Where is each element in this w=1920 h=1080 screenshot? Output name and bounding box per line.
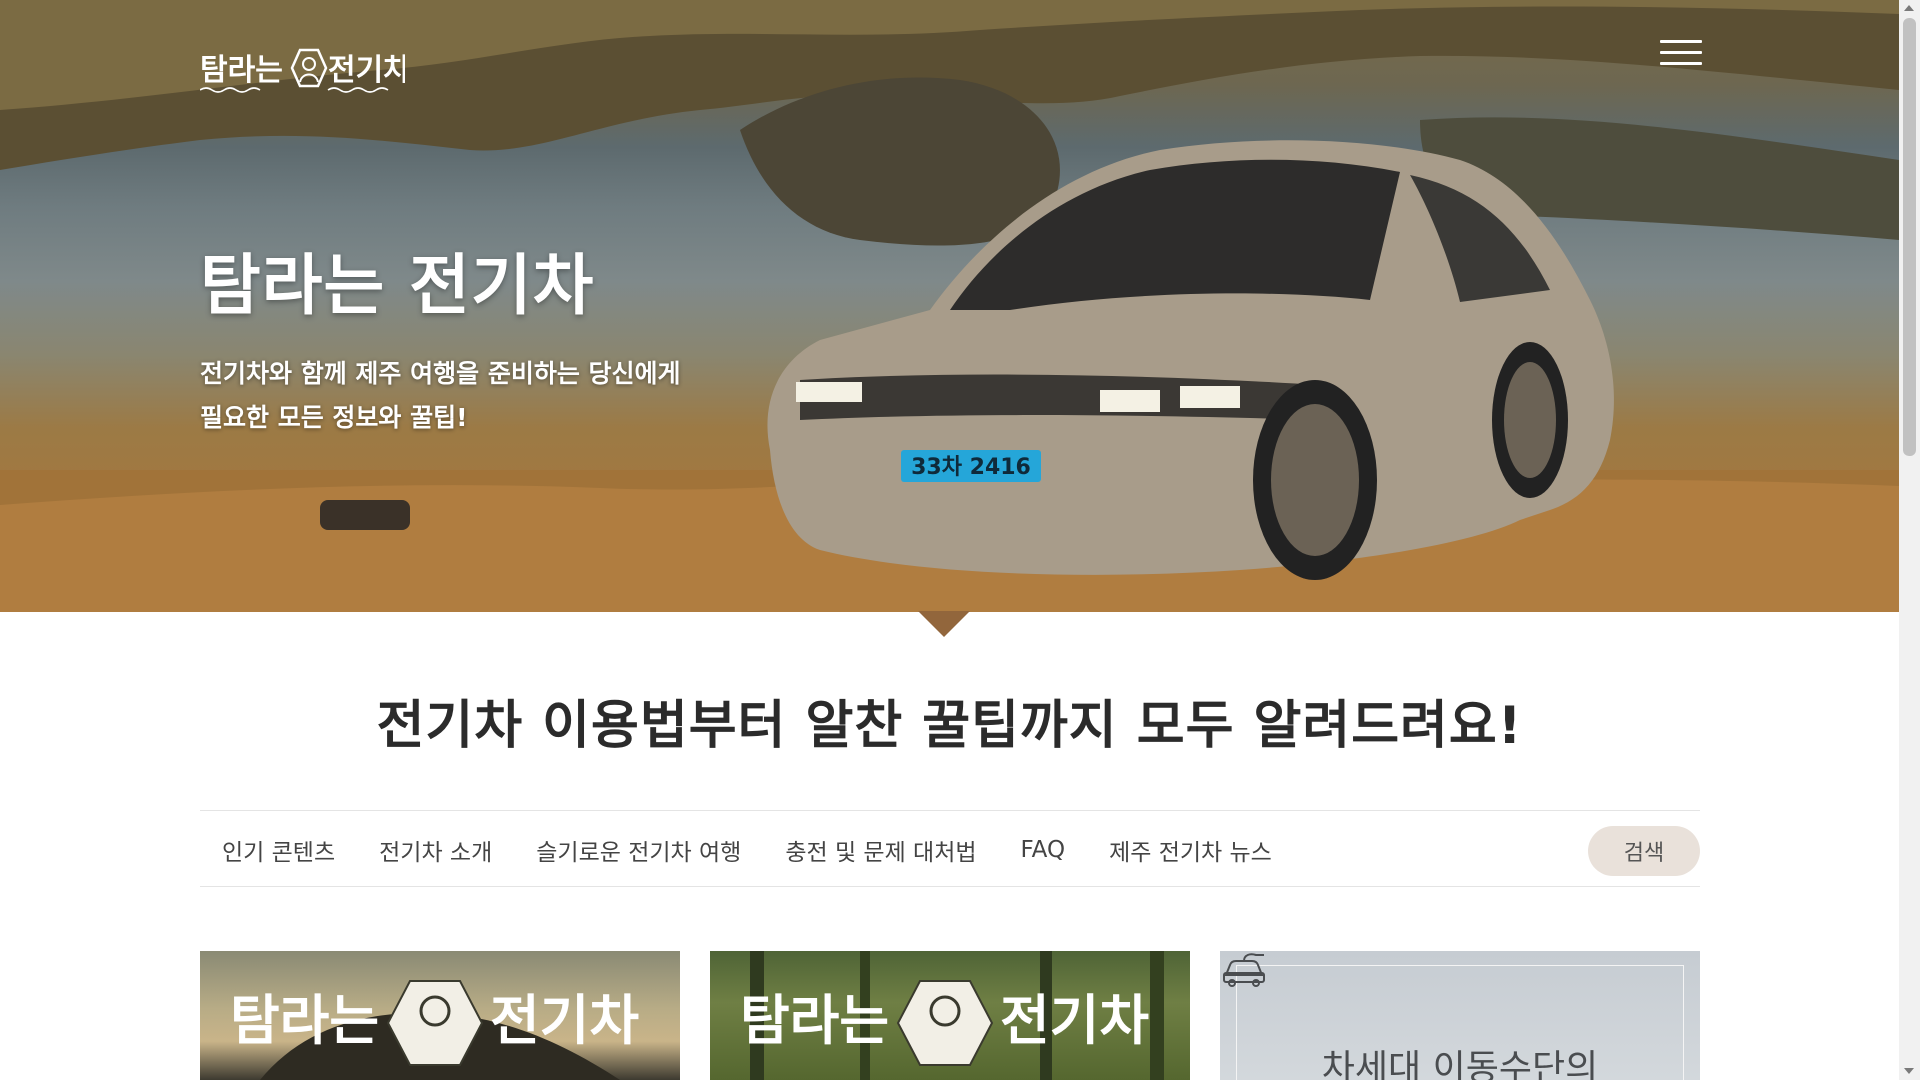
scroll-up-arrow-icon[interactable] <box>1904 5 1914 11</box>
hero-subtitle: 전기차와 함께 제주 여행을 준비하는 당신에게 필요한 모든 정보와 꿀팁! <box>200 352 800 440</box>
card-2-logo-right: 전기차 <box>1000 989 1149 1052</box>
logo-text-right: 전기차 <box>328 53 405 88</box>
search-button[interactable]: 검색 <box>1588 826 1700 876</box>
scroll-down-arrow-icon[interactable] <box>1904 1068 1914 1074</box>
nav-item-ev-intro[interactable]: 전기차 소개 <box>379 833 492 867</box>
license-plate-text: 33차 2416 <box>911 455 1031 480</box>
hero-subtitle-line2: 필요한 모든 정보와 꿀팁! <box>200 403 468 432</box>
card-1-logo-left: 탐라는 <box>230 989 379 1052</box>
content-card-1[interactable]: 탐라는 전기차 <box>200 951 680 1080</box>
hero-subtitle-line1: 전기차와 함께 제주 여행을 준비하는 당신에게 <box>200 359 681 388</box>
nav-item-charging[interactable]: 충전 및 문제 대처법 <box>785 833 976 867</box>
site-logo[interactable]: 탐라는 전기차 <box>200 44 405 96</box>
category-nav: 인기 콘텐츠 전기차 소개 슬기로운 전기차 여행 충전 및 문제 대처법 FA… <box>200 810 1700 887</box>
hero-banner: 33차 2416 탐라는 전기차 탐라는 전기차 전기차와 함께 제주 여행을 … <box>0 0 1899 612</box>
ev-car-image: 33차 2416 <box>767 140 1614 580</box>
card-2-logo-left: 탐라는 <box>740 989 889 1052</box>
card-2-thumbnail: 탐라는 전기차 <box>740 951 1164 1080</box>
hamburger-menu-icon[interactable] <box>1660 40 1702 70</box>
nav-item-ev-travel[interactable]: 슬기로운 전기차 여행 <box>536 833 741 867</box>
hero-title: 탐라는 전기차 <box>200 247 595 324</box>
nav-item-popular[interactable]: 인기 콘텐츠 <box>222 833 335 867</box>
card-1-logo-right: 전기차 <box>490 989 639 1052</box>
section-title: 전기차 이용법부터 알찬 꿀팁까지 모두 알려드려요! <box>376 696 1523 756</box>
content-card-3[interactable]: 차세대 이동수단의 <box>1220 951 1700 1080</box>
card-3-text: 차세대 이동수단의 <box>1321 1048 1599 1080</box>
page-scrollbar[interactable] <box>1899 0 1920 1080</box>
category-nav-items: 인기 콘텐츠 전기차 소개 슬기로운 전기차 여행 충전 및 문제 대처법 FA… <box>222 811 1316 888</box>
nav-item-news[interactable]: 제주 전기차 뉴스 <box>1109 833 1272 867</box>
logo-text-left: 탐라는 <box>200 53 283 88</box>
card-1-thumbnail: 탐라는 전기차 <box>230 980 639 1080</box>
ev-car-plug-icon <box>1223 953 1265 987</box>
hero-pointer-notch <box>918 611 970 637</box>
content-card-2[interactable]: 탐라는 전기차 <box>710 951 1190 1080</box>
scrollbar-thumb[interactable] <box>1903 18 1916 456</box>
nav-item-faq[interactable]: FAQ <box>1021 837 1066 863</box>
